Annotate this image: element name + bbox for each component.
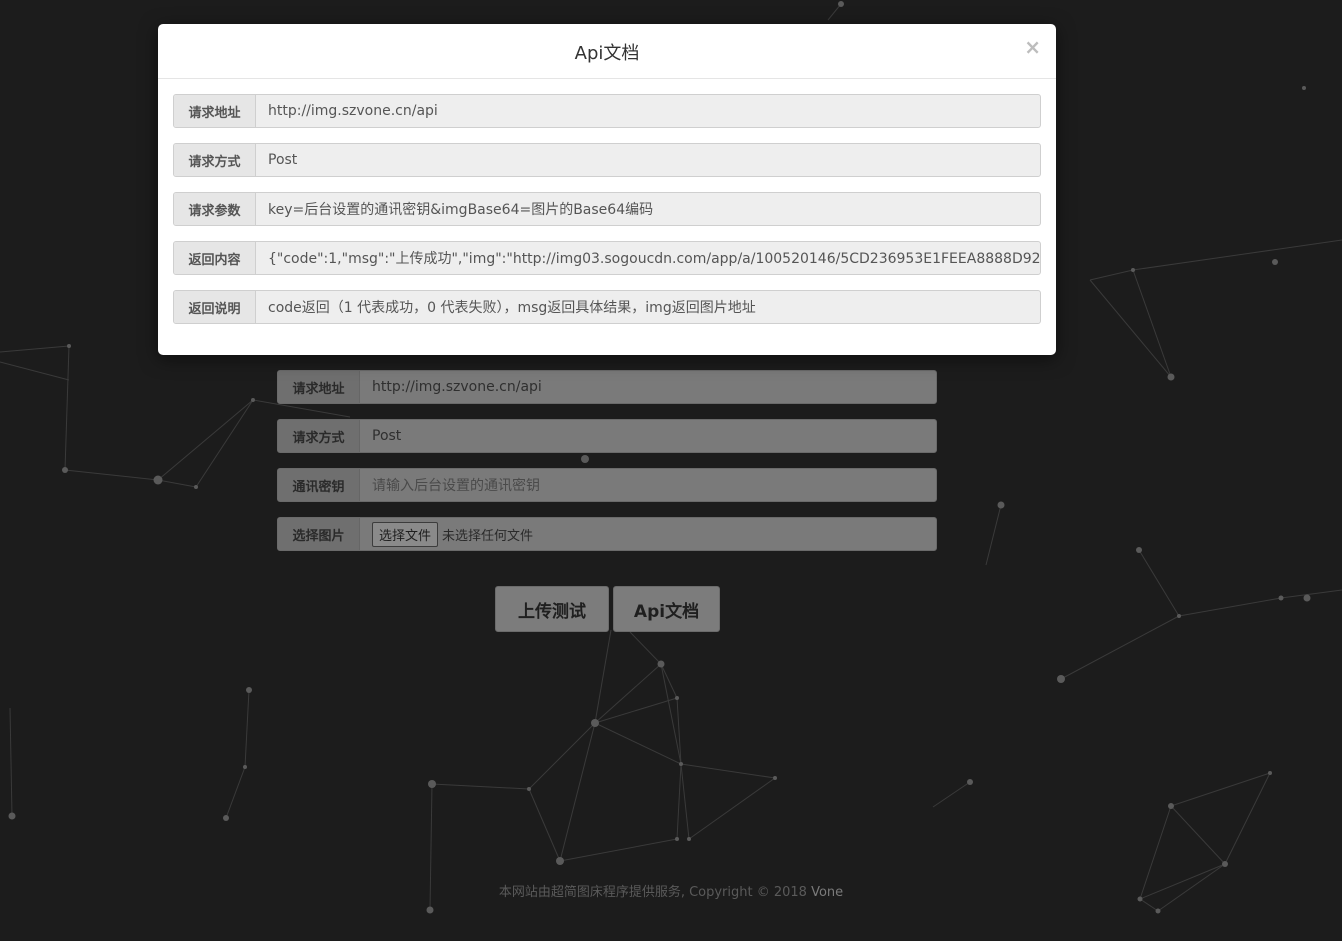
- form-button-group: 上传测试 Api文档: [495, 586, 720, 632]
- doc-label: 返回说明: [174, 291, 256, 323]
- request-method-field[interactable]: Post: [360, 420, 936, 452]
- choose-file-button[interactable]: 选择文件: [372, 521, 439, 547]
- doc-row-request-params: 请求参数 key=后台设置的通讯密钥&imgBase64=图片的Base64编码: [173, 192, 1041, 226]
- doc-value[interactable]: {"code":1,"msg":"上传成功","img":"http://img…: [256, 242, 1040, 274]
- footer: 本网站由超简图床程序提供服务, Copyright © 2018 Vone: [0, 881, 1342, 900]
- form-row-request-method: 请求方式 Post: [277, 419, 937, 453]
- upload-test-button[interactable]: 上传测试: [495, 586, 609, 632]
- doc-row-request-url: 请求地址 http://img.szvone.cn/api: [173, 94, 1041, 128]
- doc-value[interactable]: Post: [256, 144, 1040, 176]
- doc-value[interactable]: code返回（1 代表成功，0 代表失败），msg返回具体结果，img返回图片地…: [256, 291, 1040, 323]
- request-url-field[interactable]: http://img.szvone.cn/api: [360, 371, 936, 403]
- form-row-secret-key: 通讯密钥 请输入后台设置的通讯密钥: [277, 468, 937, 502]
- modal-title: Api文档: [574, 43, 640, 64]
- file-input[interactable]: 选择文件 未选择任何文件: [360, 518, 936, 550]
- footer-brand-link[interactable]: Vone: [811, 885, 843, 900]
- doc-value[interactable]: http://img.szvone.cn/api: [256, 95, 1040, 127]
- form-label: 请求地址: [278, 371, 360, 403]
- form-row-request-url: 请求地址 http://img.szvone.cn/api: [277, 370, 937, 404]
- form-label: 通讯密钥: [278, 469, 360, 501]
- footer-text: 本网站由超简图床程序提供服务, Copyright © 2018: [498, 885, 812, 900]
- api-doc-modal: Api文档 × 请求地址 http://img.szvone.cn/api 请求…: [158, 24, 1056, 355]
- doc-value[interactable]: key=后台设置的通讯密钥&imgBase64=图片的Base64编码: [256, 193, 1040, 225]
- api-doc-button[interactable]: Api文档: [613, 586, 720, 632]
- file-status-text: 未选择任何文件: [442, 528, 534, 544]
- doc-label: 请求方式: [174, 144, 256, 176]
- form-label: 选择图片: [278, 518, 360, 550]
- modal-header: Api文档 ×: [158, 24, 1056, 79]
- doc-row-request-method: 请求方式 Post: [173, 143, 1041, 177]
- form-row-choose-image: 选择图片 选择文件 未选择任何文件: [277, 517, 937, 551]
- api-test-form: 请求地址 http://img.szvone.cn/api 请求方式 Post …: [277, 370, 937, 566]
- doc-label: 请求地址: [174, 95, 256, 127]
- doc-label: 请求参数: [174, 193, 256, 225]
- secret-key-input[interactable]: 请输入后台设置的通讯密钥: [360, 469, 936, 501]
- close-icon[interactable]: ×: [1024, 36, 1041, 58]
- doc-label: 返回内容: [174, 242, 256, 274]
- form-label: 请求方式: [278, 420, 360, 452]
- modal-body: 请求地址 http://img.szvone.cn/api 请求方式 Post …: [158, 79, 1056, 324]
- doc-row-response-content: 返回内容 {"code":1,"msg":"上传成功","img":"http:…: [173, 241, 1041, 275]
- page-stage: 请求地址 http://img.szvone.cn/api 请求方式 Post …: [0, 0, 1342, 941]
- doc-row-response-description: 返回说明 code返回（1 代表成功，0 代表失败），msg返回具体结果，img…: [173, 290, 1041, 324]
